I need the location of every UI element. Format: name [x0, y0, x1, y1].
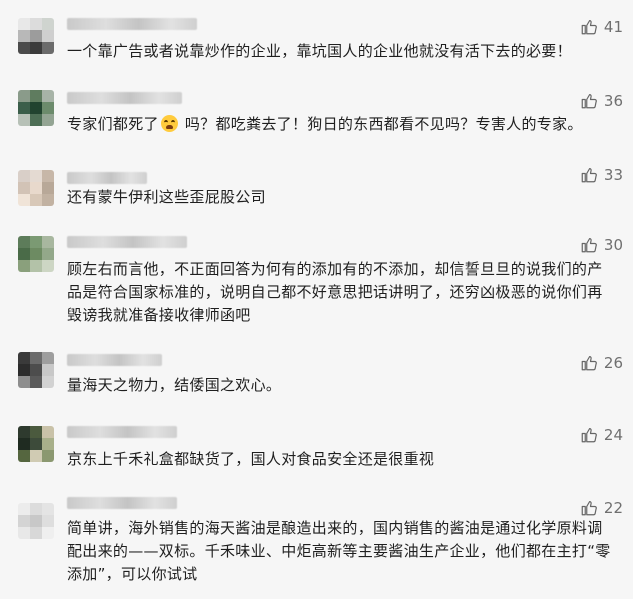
- thumbs-up-icon: [581, 356, 597, 371]
- comment-text: 顾左右而言他，不正面回答为何有的添加有的不添加，却信誓旦旦的说我们的产品是符合国…: [67, 260, 603, 324]
- thumbs-up-icon: [581, 501, 597, 516]
- thumbs-up-icon: [581, 238, 597, 253]
- comment-text: 量海天之物力，结倭国之欢心。: [67, 376, 282, 394]
- avatar[interactable]: [18, 236, 54, 272]
- username-blurred[interactable]: [67, 92, 182, 104]
- comment-text: 一个靠广告或者说靠炒作的企业，靠坑国人的企业他就没有活下去的必要！: [67, 42, 572, 60]
- like-button[interactable]: 30: [580, 236, 623, 254]
- like-button[interactable]: 22: [580, 499, 623, 517]
- like-count: 33: [603, 166, 623, 184]
- like-button[interactable]: 26: [580, 354, 623, 372]
- username-blurred[interactable]: [67, 172, 147, 184]
- thumbs-up-icon: [581, 428, 597, 443]
- username-blurred[interactable]: [67, 497, 177, 509]
- comment-text: 专家们都死了 吗？都吃粪去了！狗日的东西都看不见吗？专害人的专家。: [67, 113, 611, 136]
- comment-item: 22 简单讲，海外销售的海天酱油是酿造出来的，国内销售的酱油是通过化学原料调配出…: [0, 495, 633, 599]
- comment-item: 36 专家们都死了 吗？都吃粪去了！狗日的东西都看不见吗？专害人的专家。: [0, 80, 633, 160]
- comment-text: 简单讲，海外销售的海天酱油是酿造出来的，国内销售的酱油是通过化学原料调配出来的—…: [67, 519, 611, 583]
- comment-text: 京东上千禾礼盒都缺货了，国人对食品安全还是很重视: [67, 450, 435, 468]
- thumbs-up-icon: [581, 20, 597, 35]
- comment-text-part: 专家们都死了: [67, 115, 159, 133]
- comment-item: 30 顾左右而言他，不正面回答为何有的添加有的不添加，却信誓旦旦的说我们的产品是…: [0, 230, 633, 350]
- like-count: 36: [603, 92, 623, 110]
- like-count: 22: [603, 499, 623, 517]
- avatar[interactable]: [18, 170, 54, 206]
- like-count: 24: [603, 426, 623, 444]
- like-button[interactable]: 36: [580, 92, 623, 110]
- crying-face-emoji-icon: [160, 115, 178, 132]
- thumbs-up-icon: [581, 94, 597, 109]
- comment-item: 24 京东上千禾礼盒都缺货了，国人对食品安全还是很重视: [0, 420, 633, 495]
- like-button[interactable]: 24: [580, 426, 623, 444]
- like-button[interactable]: 41: [580, 18, 623, 36]
- comment-item: 41 一个靠广告或者说靠炒作的企业，靠坑国人的企业他就没有活下去的必要！: [0, 0, 633, 80]
- avatar[interactable]: [18, 426, 54, 462]
- like-count: 41: [603, 18, 623, 36]
- avatar[interactable]: [18, 18, 54, 54]
- username-blurred[interactable]: [67, 18, 197, 30]
- username-blurred[interactable]: [67, 236, 187, 248]
- avatar[interactable]: [18, 90, 54, 126]
- avatar[interactable]: [18, 503, 54, 539]
- comment-item: 33 还有蒙牛伊利这些歪屁股公司: [0, 160, 633, 230]
- thumbs-up-icon: [581, 168, 597, 183]
- like-count: 26: [603, 354, 623, 372]
- comment-item: 26 量海天之物力，结倭国之欢心。: [0, 350, 633, 420]
- comment-text-part: 吗？都吃粪去了！狗日的东西都看不见吗？专害人的专家。: [179, 115, 583, 133]
- comment-text: 还有蒙牛伊利这些歪屁股公司: [67, 188, 266, 206]
- username-blurred[interactable]: [67, 426, 177, 438]
- like-count: 30: [603, 236, 623, 254]
- like-button[interactable]: 33: [580, 166, 623, 184]
- avatar[interactable]: [18, 352, 54, 388]
- username-blurred[interactable]: [67, 354, 162, 366]
